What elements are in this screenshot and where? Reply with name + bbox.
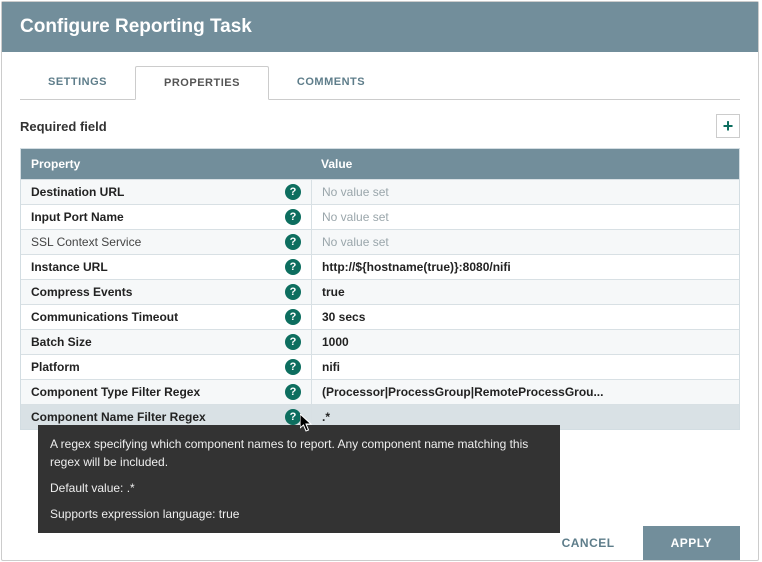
- properties-table: Property Value Destination URL? No value …: [20, 148, 740, 430]
- help-icon[interactable]: ?: [285, 284, 301, 300]
- table-row[interactable]: Compress Events? true: [21, 279, 739, 304]
- tab-bar: SETTINGS PROPERTIES COMMENTS: [20, 66, 740, 100]
- property-value: (Processor|ProcessGroup|RemoteProcessGro…: [322, 385, 603, 399]
- header-property: Property: [21, 149, 311, 179]
- help-icon[interactable]: ?: [285, 309, 301, 325]
- table-row[interactable]: Platform? nifi: [21, 354, 739, 379]
- property-cell: Batch Size?: [21, 330, 311, 354]
- property-cell: Input Port Name?: [21, 205, 311, 229]
- property-name: Communications Timeout: [31, 310, 178, 324]
- value-cell[interactable]: http://${hostname(true)}:8080/nifi: [311, 255, 739, 279]
- help-icon[interactable]: ?: [285, 234, 301, 250]
- table-row[interactable]: Batch Size? 1000: [21, 329, 739, 354]
- property-cell: Destination URL?: [21, 180, 311, 204]
- property-name: Compress Events: [31, 285, 132, 299]
- property-value: true: [322, 285, 345, 299]
- value-cell[interactable]: No value set: [311, 180, 739, 204]
- property-value: No value set: [322, 185, 389, 199]
- help-tooltip: A regex specifying which component names…: [38, 425, 560, 533]
- dialog-title: Configure Reporting Task: [2, 2, 758, 52]
- property-name: Instance URL: [31, 260, 108, 274]
- table-row[interactable]: Component Type Filter Regex? (Processor|P…: [21, 379, 739, 404]
- value-cell[interactable]: No value set: [311, 230, 739, 254]
- value-cell[interactable]: (Processor|ProcessGroup|RemoteProcessGro…: [311, 380, 739, 404]
- table-row[interactable]: Input Port Name? No value set: [21, 204, 739, 229]
- help-icon[interactable]: ?: [285, 334, 301, 350]
- required-label: Required field: [20, 119, 107, 134]
- value-cell[interactable]: 1000: [311, 330, 739, 354]
- table-body: Destination URL?No value setInput Port N…: [21, 179, 739, 429]
- property-name: Input Port Name: [31, 210, 124, 224]
- property-name: SSL Context Service: [31, 235, 141, 249]
- property-value: http://${hostname(true)}:8080/nifi: [322, 260, 511, 274]
- property-value: nifi: [322, 360, 340, 374]
- property-value: 1000: [322, 335, 349, 349]
- table-row[interactable]: Destination URL? No value set: [21, 179, 739, 204]
- tooltip-expression: Supports expression language: true: [50, 505, 548, 523]
- property-value: No value set: [322, 235, 389, 249]
- help-icon[interactable]: ?: [285, 259, 301, 275]
- value-cell[interactable]: 30 secs: [311, 305, 739, 329]
- property-value: No value set: [322, 210, 389, 224]
- table-row[interactable]: Instance URL? http://${hostname(true)}:80…: [21, 254, 739, 279]
- tooltip-default: Default value: .*: [50, 479, 548, 497]
- add-property-button[interactable]: +: [716, 114, 740, 138]
- tab-properties[interactable]: PROPERTIES: [135, 66, 269, 100]
- help-icon[interactable]: ?: [285, 184, 301, 200]
- property-cell: Communications Timeout?: [21, 305, 311, 329]
- tab-comments[interactable]: COMMENTS: [269, 66, 393, 99]
- property-cell: Compress Events?: [21, 280, 311, 304]
- help-icon[interactable]: ?: [285, 384, 301, 400]
- table-row[interactable]: SSL Context Service? No value set: [21, 229, 739, 254]
- value-cell[interactable]: nifi: [311, 355, 739, 379]
- property-value: .*: [322, 410, 330, 424]
- table-row[interactable]: Communications Timeout? 30 secs: [21, 304, 739, 329]
- property-name: Component Name Filter Regex: [31, 410, 206, 424]
- required-bar: Required field +: [20, 100, 740, 148]
- value-cell[interactable]: No value set: [311, 205, 739, 229]
- help-icon[interactable]: ?: [285, 409, 301, 425]
- property-name: Component Type Filter Regex: [31, 385, 200, 399]
- property-value: 30 secs: [322, 310, 365, 324]
- help-icon[interactable]: ?: [285, 209, 301, 225]
- property-cell: Instance URL?: [21, 255, 311, 279]
- header-value: Value: [311, 149, 739, 179]
- property-cell: Platform?: [21, 355, 311, 379]
- tooltip-description: A regex specifying which component names…: [50, 435, 548, 471]
- help-icon[interactable]: ?: [285, 359, 301, 375]
- property-cell: SSL Context Service?: [21, 230, 311, 254]
- property-name: Platform: [31, 360, 80, 374]
- property-cell: Component Type Filter Regex?: [21, 380, 311, 404]
- property-name: Destination URL: [31, 185, 124, 199]
- tab-settings[interactable]: SETTINGS: [20, 66, 135, 99]
- apply-button[interactable]: APPLY: [643, 526, 740, 560]
- value-cell[interactable]: true: [311, 280, 739, 304]
- table-header: Property Value: [21, 149, 739, 179]
- property-name: Batch Size: [31, 335, 92, 349]
